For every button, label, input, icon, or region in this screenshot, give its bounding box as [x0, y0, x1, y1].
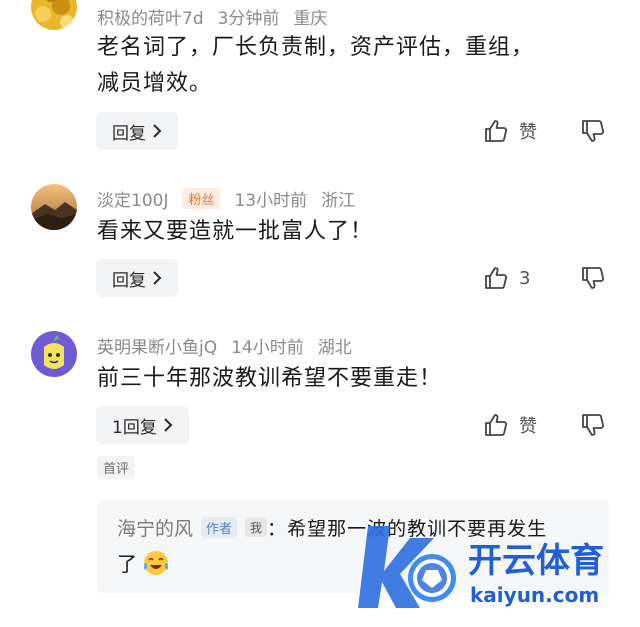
dislike-button[interactable]	[580, 412, 606, 442]
like-count: 3	[519, 267, 531, 289]
thumbs-up-icon	[485, 120, 508, 142]
thumbs-down-icon	[582, 267, 605, 289]
like-label: 赞	[519, 122, 537, 143]
timestamp: 3分钟前	[217, 9, 280, 29]
like-button[interactable]: 赞	[483, 412, 537, 438]
like-button[interactable]: 赞	[483, 118, 537, 144]
comment-content: 老名词了，厂长负责制，资产评估，重组， 减员增效。	[97, 30, 607, 102]
chevron-right-icon	[153, 124, 162, 138]
reply-button[interactable]: 回复	[96, 112, 178, 150]
avatar[interactable]	[31, 184, 77, 230]
comment-content: 前三十年那波教训希望不要重走！	[97, 361, 607, 397]
author-badge: 作者	[201, 517, 238, 538]
content-line: 看来又要造就一批富人了！	[97, 219, 374, 244]
reply-button[interactable]: 回复	[96, 259, 178, 297]
thumbs-down-icon	[582, 414, 605, 436]
avatar[interactable]	[31, 0, 77, 30]
crying-laughing-emoji-icon	[144, 550, 168, 575]
thumbs-up-icon	[485, 414, 508, 436]
chevron-right-icon	[164, 418, 173, 432]
username[interactable]: 积极的荷叶7d	[97, 4, 204, 29]
location: 重庆	[293, 9, 328, 29]
chevron-right-icon	[153, 271, 162, 285]
location: 浙江	[321, 191, 356, 211]
location: 湖北	[317, 338, 352, 358]
content-line: 前三十年那波教训希望不要重走！	[97, 366, 443, 391]
brand-en: kaiyun.com	[470, 583, 599, 607]
comment-meta: 积极的荷叶7d 3分钟前 重庆	[97, 4, 327, 29]
thumbs-up-icon	[485, 267, 508, 289]
dislike-button[interactable]	[580, 118, 606, 148]
username[interactable]: 英明果断小鱼jQ	[97, 333, 217, 358]
brand-cn: 开云体育	[468, 541, 604, 581]
like-button[interactable]: 3	[483, 265, 530, 291]
comment-meta: 淡定100J 粉丝 13小时前 浙江	[97, 186, 355, 211]
thumbs-down-icon	[582, 120, 605, 142]
first-comment-tag: 首评	[97, 456, 136, 479]
reply-label: 回复	[112, 270, 146, 291]
reply-button[interactable]: 1回复	[96, 406, 189, 444]
username[interactable]: 淡定100J	[97, 186, 168, 211]
fan-badge: 粉丝	[182, 188, 221, 209]
content-line: 老名词了，厂长负责制，资产评估，重组，	[97, 35, 535, 60]
avatar[interactable]	[31, 331, 77, 377]
sub-reply-text: 了	[117, 552, 138, 576]
comment-meta: 英明果断小鱼jQ 14小时前 湖北	[97, 333, 352, 358]
brand-watermark: 开云体育 kaiyun.com	[350, 516, 640, 616]
like-label: 赞	[519, 416, 537, 437]
timestamp: 14小时前	[231, 338, 304, 358]
reply-label: 1回复	[112, 417, 157, 438]
comment-content: 看来又要造就一批富人了！	[97, 214, 607, 250]
me-badge: 我	[245, 518, 268, 537]
colon: ：	[267, 518, 288, 540]
dislike-button[interactable]	[580, 265, 606, 295]
content-line: 减员增效。	[97, 71, 213, 96]
reply-label: 回复	[112, 123, 146, 144]
sub-reply-line: 了	[117, 548, 170, 577]
timestamp: 13小时前	[234, 191, 308, 211]
brand-logo-icon	[358, 526, 456, 608]
sub-reply-author[interactable]: 海宁的风	[117, 514, 193, 541]
